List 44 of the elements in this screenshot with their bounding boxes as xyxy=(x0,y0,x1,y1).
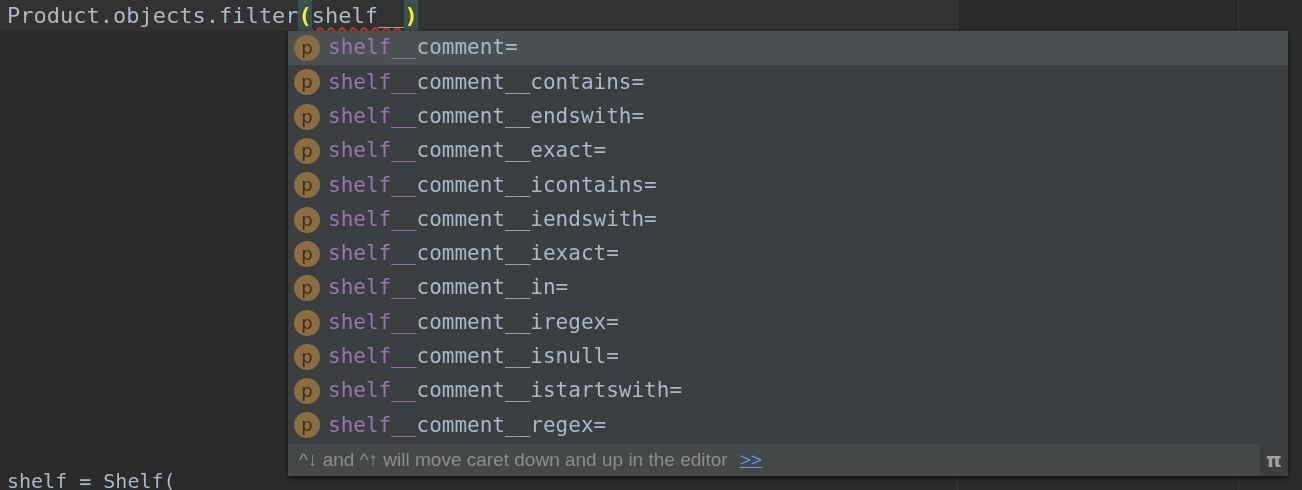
hint-text: ^↓ and ^↑ will move caret down and up in the editor xyxy=(299,447,728,472)
completion-item[interactable]: p shelf__comment__iendswith= xyxy=(288,202,1288,237)
parameter-icon: p xyxy=(294,378,320,405)
paren: ( xyxy=(298,0,312,31)
completion-item[interactable]: p shelf__comment__icontains= xyxy=(288,168,1288,203)
parameter-icon: p xyxy=(294,35,320,62)
completion-text: shelf__comment__regex= xyxy=(328,411,607,439)
completion-text: shelf__comment__istartswith= xyxy=(328,377,683,405)
parameter-icon: p xyxy=(294,343,320,370)
parameter-icon: p xyxy=(294,138,320,165)
completion-text: shelf__comment__iregex= xyxy=(328,308,619,336)
completion-item[interactable]: p shelf__comment__contains= xyxy=(288,65,1288,100)
completion-text: shelf__comment__isnull= xyxy=(328,343,619,371)
completion-item[interactable]: p shelf__comment__regex= xyxy=(288,408,1288,443)
parameter-icon: p xyxy=(294,103,320,130)
completion-text: shelf__comment= xyxy=(328,34,518,62)
completion-item[interactable]: p shelf__comment__in= xyxy=(288,271,1288,306)
parameter-icon: p xyxy=(294,412,320,439)
completion-item[interactable]: p shelf__comment__exact= xyxy=(288,133,1288,169)
completion-item[interactable]: p shelf__comment__iexact= xyxy=(288,236,1288,272)
completion-text: shelf__comment__exact= xyxy=(328,137,607,165)
completion-text: shelf__comment__iexact= xyxy=(328,240,619,268)
completion-text: shelf__comment__in= xyxy=(328,274,569,302)
completion-item[interactable]: p shelf__comment__endswith= xyxy=(288,99,1288,134)
pi-icon[interactable]: π xyxy=(1266,450,1282,470)
completion-item[interactable]: p shelf__comment__isnull= xyxy=(288,339,1288,374)
more-link[interactable]: >> xyxy=(739,445,762,475)
parameter-icon: p xyxy=(294,240,320,267)
paren: ) xyxy=(404,0,418,31)
code-text: Product.objects.filter xyxy=(7,4,299,27)
parameter-icon: p xyxy=(294,69,320,96)
completion-item[interactable]: p shelf__comment__istartswith= xyxy=(288,373,1288,409)
code-line: shelf = Shelf( xyxy=(6,472,176,490)
parameter-icon: p xyxy=(294,172,320,199)
completion-text: shelf__comment__iendswith= xyxy=(328,205,657,233)
completion-text: shelf__comment__icontains= xyxy=(328,171,657,199)
completion-item[interactable]: p shelf__comment= xyxy=(288,31,1288,66)
parameter-icon: p xyxy=(294,309,320,336)
completion-text: shelf__comment__contains= xyxy=(328,68,645,96)
completion-text: shelf__comment__endswith= xyxy=(328,103,645,130)
parameter-icon: p xyxy=(294,275,320,302)
parameter-icon: p xyxy=(294,206,320,233)
argument-text: shelf__ xyxy=(311,4,405,27)
completion-item[interactable]: p shelf__comment__iregex= xyxy=(288,305,1288,340)
